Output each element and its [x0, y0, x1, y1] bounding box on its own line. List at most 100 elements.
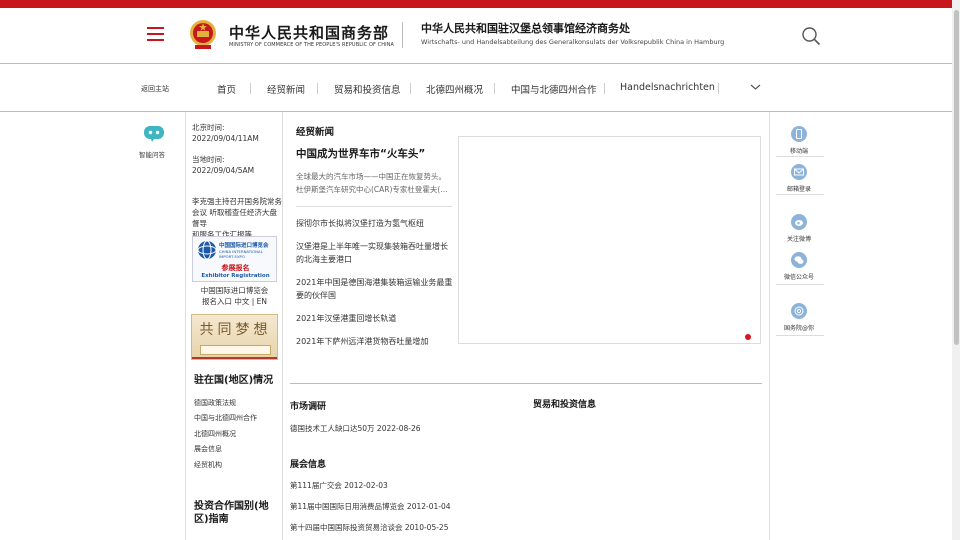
country-link[interactable]: 德国政策法规: [194, 398, 236, 408]
mobile-label: 移动端: [789, 148, 808, 155]
ciie-caption-line[interactable]: 报名入口 中文 | EN: [192, 296, 277, 307]
national-emblem-icon: [190, 20, 216, 49]
nav-separator: [317, 83, 318, 94]
mobile-icon: [791, 126, 807, 142]
chat-bot-icon[interactable]: [143, 125, 165, 142]
notice-line: 会议 听取稽查任经济大盘督导: [192, 208, 277, 228]
news-link[interactable]: 2021年下萨州远洋港货物吞吐量增加: [296, 335, 454, 348]
notice-link[interactable]: 李克强主持召开国务院常务 会议 听取稽查任经济大盘督导 和服务工作汇报等: [192, 196, 282, 240]
nav-separator: [604, 83, 605, 94]
weibo-icon: [791, 214, 807, 230]
rail-separator: [776, 194, 824, 195]
fair-item[interactable]: 第十四届中国国际投资贸易洽谈会 2010-05-25: [290, 522, 448, 533]
summary-line: 杜伊斯堡汽车研究中心(CAR)专家杜登霍夫(...: [296, 185, 448, 194]
beijing-time-label: 北京时间:: [192, 123, 225, 132]
nav-item-home[interactable]: 首页: [217, 82, 236, 96]
news-link[interactable]: 探彻尔市长拟将汉堡打造为氢气枢纽: [296, 217, 454, 230]
ciie-caption-line[interactable]: 中国国际进口博览会: [192, 285, 277, 296]
nav-item-trade-investment[interactable]: 贸易和投资信息: [334, 82, 401, 96]
country-link[interactable]: 经贸机构: [194, 460, 222, 470]
nav-separator: [718, 83, 719, 94]
notice-line: 李克强主持召开国务院常务: [192, 197, 282, 206]
invest-heading-line: 区)指南: [194, 514, 229, 525]
carousel-indicator-dot[interactable]: [745, 334, 751, 340]
news-link-line: 探彻尔市长拟将汉堡打造为氢气枢纽: [296, 219, 424, 228]
search-icon[interactable]: [801, 26, 821, 46]
fairs-title[interactable]: 展会信息: [290, 457, 326, 470]
office-title-cn[interactable]: 中华人民共和国驻汉堡总领事馆经济商务处: [421, 20, 630, 36]
fair-item[interactable]: 第111届广交会 2012-02-03: [290, 480, 388, 491]
country-link[interactable]: 中国与北德四州合作: [194, 413, 257, 423]
news-link[interactable]: 2021年汉堡港重回增长轨道: [296, 312, 454, 325]
nav-item-north-germany[interactable]: 北德四州概况: [426, 82, 483, 96]
nav-item-handelsnachrichten[interactable]: Handelsnachrichten: [620, 82, 715, 93]
country-info-heading: 驻在国(地区)情况: [194, 375, 274, 386]
wechat-icon: [791, 252, 807, 268]
invest-guide-heading[interactable]: 投资合作国别(地 区)指南: [194, 500, 269, 526]
header-divider: [402, 22, 403, 48]
ciie-banner[interactable]: 中国国际进口博览会 CHINA INTERNATIONAL IMPORT EXP…: [192, 236, 277, 282]
left-rail: 智能问答: [130, 112, 184, 540]
ciie-register-cn: 参展报名: [221, 264, 250, 272]
top-accent-bar: [0, 0, 960, 8]
common-dream-banner[interactable]: 共同梦想: [191, 314, 278, 360]
state-council-label: 国务院@你: [783, 325, 814, 332]
site-header: 中华人民共和国商务部 MINISTRY OF COMMERCE OF THE P…: [0, 8, 960, 63]
section-divider: [290, 383, 762, 384]
market-research-title[interactable]: 市场调研: [290, 399, 326, 412]
news-link-line: 要的伙伴国: [296, 291, 336, 300]
news-image-carousel[interactable]: [458, 136, 761, 344]
invest-heading-line: 投资合作国别(地: [194, 501, 269, 512]
banner-ornament: [200, 345, 271, 355]
chevron-down-icon[interactable]: [750, 82, 761, 92]
rail-separator: [776, 156, 824, 157]
nav-item-cooperation[interactable]: 中国与北德四州合作: [511, 82, 597, 96]
ciie-title-en: CHINA INTERNATIONAL IMPORT EXPO: [219, 249, 263, 259]
scrollbar-thumb[interactable]: [954, 10, 959, 345]
news-link-line: 2021年中国是德国海港集装箱运输业务最重: [296, 278, 453, 287]
news-section-title[interactable]: 经贸新闻: [296, 124, 334, 138]
news-link-line: 的北海主要港口: [296, 255, 352, 264]
news-link-line: 2021年汉堡港重回增长轨道: [296, 314, 397, 323]
country-link[interactable]: 展会信息: [194, 444, 222, 454]
nav-item-trade-news[interactable]: 经贸新闻: [267, 82, 305, 96]
news-divider: [296, 206, 452, 207]
local-time: 2022/09/04/5AM: [192, 166, 255, 175]
menu-icon[interactable]: [147, 27, 164, 41]
ciie-title: 中国国际进口博览会: [219, 243, 269, 249]
banner-ornament: [192, 357, 277, 359]
ciie-register-en: Exhibitor Registration: [201, 273, 270, 279]
news-link[interactable]: 汉堡港是上半年唯一实现集装箱吞吐量增长 的北海主要港口: [296, 240, 454, 266]
chat-bot-label[interactable]: 智能问答: [139, 149, 165, 159]
news-link-line: 2021年下萨州远洋港货物吞吐量增加: [296, 337, 429, 346]
summary-line: 全球最大的汽车市场——中国正在恢复势头。: [296, 172, 446, 181]
at-sign-icon: [791, 303, 807, 319]
local-time-label: 当地时间:: [192, 155, 225, 164]
news-link[interactable]: 2021年中国是德国海港集装箱运输业务最重 要的伙伴国: [296, 276, 454, 302]
nav-back-to-main[interactable]: 返回主站: [141, 84, 169, 94]
right-rail: 移动端 邮箱登录 关注微博 微信公众号 国务院@你: [770, 112, 826, 540]
nav-separator: [250, 83, 251, 94]
rail-separator: [776, 335, 824, 336]
nav-separator: [494, 83, 495, 94]
market-research-item[interactable]: 德国技术工人缺口达50万 2022-08-26: [290, 423, 421, 434]
trade-info-title[interactable]: 贸易和投资信息: [533, 397, 596, 410]
news-link-line: 汉堡港是上半年唯一实现集装箱吞吐量增长: [296, 242, 448, 251]
column-divider: [282, 112, 283, 540]
logo-title-cn[interactable]: 中华人民共和国商务部: [229, 22, 389, 43]
beijing-time: 2022/09/04/11AM: [192, 134, 259, 143]
weibo-label: 关注微博: [786, 236, 811, 243]
country-link[interactable]: 北德四州概况: [194, 429, 236, 439]
common-dream-text: 共同梦想: [199, 322, 272, 338]
news-headline[interactable]: 中国成为世界车市“火车头”: [296, 146, 425, 161]
wechat-label: 微信公众号: [783, 274, 814, 281]
main-nav: 返回主站 首页 经贸新闻 贸易和投资信息 北德四州概况 中国与北德四州合作 Ha…: [0, 63, 960, 112]
logo-title-en: MINISTRY OF COMMERCE OF THE PEOPLE'S REP…: [229, 42, 395, 48]
mail-login-label: 邮箱登录: [786, 186, 811, 193]
info-column: 北京时间: 2022/09/04/11AM 当地时间: 2022/09/04/5…: [186, 112, 282, 540]
ciie-logo-icon: [197, 240, 217, 260]
rail-separator: [776, 284, 824, 285]
fair-item[interactable]: 第11届中国国际日用消费品博览会 2012-01-04: [290, 501, 451, 512]
news-summary[interactable]: 全球最大的汽车市场——中国正在恢复势头。 杜伊斯堡汽车研究中心(CAR)专家杜登…: [296, 170, 454, 196]
nav-separator: [410, 83, 411, 94]
